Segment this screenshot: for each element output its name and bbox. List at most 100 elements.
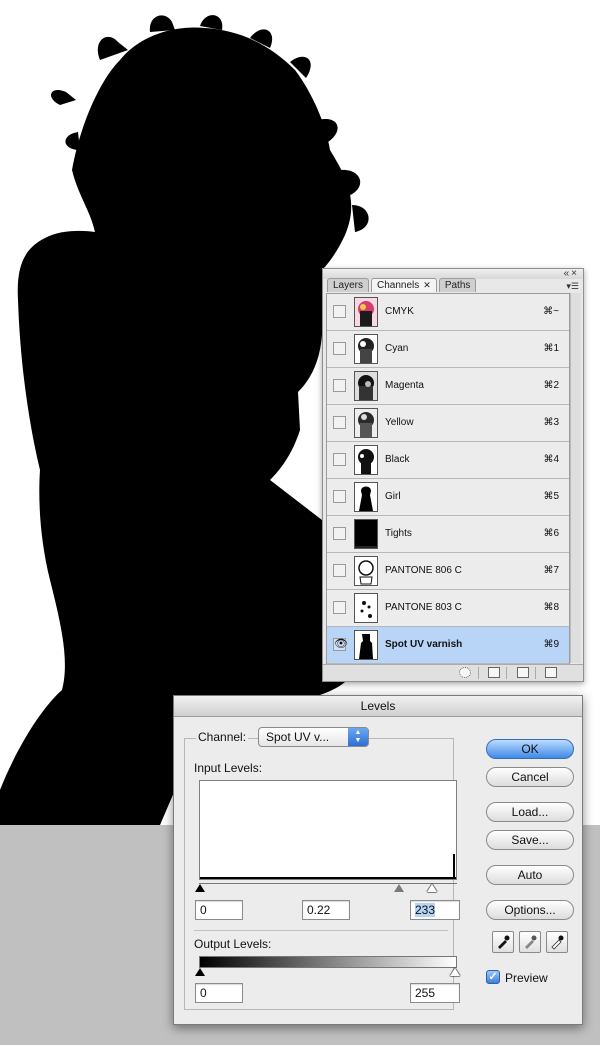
channel-select[interactable]: Spot UV v... ▲ ▼ (258, 727, 369, 747)
white-eyedropper-icon[interactable] (546, 931, 568, 953)
channel-name: Girl (385, 491, 401, 502)
visibility-toggle[interactable]: 👁 (333, 638, 348, 651)
channel-name: Black (385, 454, 410, 465)
channel-name: CMYK (385, 306, 414, 317)
save-selection-icon[interactable] (488, 667, 500, 678)
levels-dialog: Levels Channel: Spot UV v... ▲ ▼ Input Le… (173, 695, 583, 1025)
input-gamma-field[interactable]: 0.22 (302, 900, 350, 920)
options-button[interactable]: Options... (486, 900, 574, 920)
visibility-toggle[interactable] (333, 527, 346, 540)
channel-row-magenta[interactable]: Magenta ⌘2 (327, 368, 569, 405)
tab-channels[interactable]: Channels ✕ (371, 278, 437, 292)
channel-shortcut: ⌘3 (543, 417, 559, 428)
visibility-toggle[interactable] (333, 305, 346, 318)
channel-thumbnail (354, 593, 378, 623)
output-white-handle[interactable] (450, 968, 460, 976)
channel-thumbnail (354, 556, 378, 586)
load-selection-icon[interactable] (459, 667, 471, 678)
panel-menu-icon[interactable]: ▾☰ (566, 281, 579, 292)
gray-eyedropper-icon[interactable] (519, 931, 541, 953)
tab-paths[interactable]: Paths (438, 278, 477, 292)
input-black-handle[interactable] (195, 884, 205, 892)
channel-thumbnail (354, 334, 378, 364)
channel-row-spot-uv-varnish[interactable]: 👁 Spot UV varnish ⌘9 (327, 627, 569, 664)
new-channel-icon[interactable] (517, 667, 529, 678)
cancel-button[interactable]: Cancel (486, 767, 574, 787)
select-arrows-icon: ▲ ▼ (348, 728, 368, 746)
channel-shortcut: ⌘2 (543, 380, 559, 391)
channel-shortcut: ⌘7 (543, 565, 559, 576)
channel-label: Channel: (196, 730, 249, 744)
channel-shortcut: ⌘1 (543, 343, 559, 354)
channel-thumbnail (354, 297, 378, 327)
channel-thumbnail (354, 630, 378, 660)
channel-shortcut: ⌘8 (543, 602, 559, 613)
channel-name: Spot UV varnish (385, 639, 463, 650)
channel-row-pantone-806c[interactable]: PANTONE 806 C ⌘7 (327, 553, 569, 590)
panel-footer (323, 664, 583, 681)
dialog-titlebar[interactable]: Levels (174, 696, 582, 717)
tab-close-icon[interactable]: ✕ (423, 280, 431, 290)
histogram-baseline (200, 877, 456, 879)
input-black-field[interactable]: 0 (195, 900, 243, 920)
visibility-toggle[interactable] (333, 379, 346, 392)
black-eyedropper-icon[interactable] (492, 931, 514, 953)
channel-thumbnail (354, 519, 378, 549)
input-gamma-handle[interactable] (394, 884, 404, 892)
channel-name: PANTONE 806 C (385, 565, 462, 576)
visibility-toggle[interactable] (333, 490, 346, 503)
footer-divider (535, 667, 536, 679)
channel-row-cmyk[interactable]: CMYK ⌘~ (327, 294, 569, 331)
channel-name: PANTONE 803 C (385, 602, 462, 613)
channels-panel: «× Layers Channels ✕ Paths ▾☰ CMYK ⌘~ Cya… (322, 268, 584, 682)
output-black-field[interactable]: 0 (195, 983, 243, 1003)
save-button[interactable]: Save... (486, 830, 574, 850)
channel-row-girl[interactable]: Girl ⌘5 (327, 479, 569, 516)
output-levels-label: Output Levels: (194, 937, 272, 951)
channel-shortcut: ⌘~ (543, 306, 559, 317)
footer-divider (478, 667, 479, 679)
output-black-handle[interactable] (195, 968, 205, 976)
channel-row-black[interactable]: Black ⌘4 (327, 442, 569, 479)
channel-row-pantone-803c[interactable]: PANTONE 803 C ⌘8 (327, 590, 569, 627)
visibility-toggle[interactable] (333, 453, 346, 466)
input-slider-track[interactable] (199, 883, 457, 884)
load-button[interactable]: Load... (486, 802, 574, 822)
close-icon[interactable]: × (571, 268, 579, 279)
channel-name: Cyan (385, 343, 409, 354)
channel-row-tights[interactable]: Tights ⌘6 (327, 516, 569, 553)
auto-button[interactable]: Auto (486, 865, 574, 885)
channel-name: Yellow (385, 417, 414, 428)
output-white-field[interactable]: 255 (410, 983, 460, 1003)
tab-layers[interactable]: Layers (327, 278, 370, 292)
preview-checkbox[interactable]: ✓ (486, 970, 500, 984)
visibility-toggle[interactable] (333, 564, 346, 577)
channel-shortcut: ⌘6 (543, 528, 559, 539)
dialog-title: Levels (360, 699, 396, 713)
channel-thumbnail (354, 371, 378, 401)
channel-name: Magenta (385, 380, 424, 391)
input-white-field[interactable]: 233 (410, 900, 460, 920)
output-gradient-bar (199, 956, 457, 968)
histogram (199, 780, 457, 880)
channel-name: Tights (385, 528, 412, 539)
ok-button[interactable]: OK (486, 739, 574, 759)
channel-shortcut: ⌘4 (543, 454, 559, 465)
channel-select-value: Spot UV v... (266, 730, 330, 744)
channel-row-yellow[interactable]: Yellow ⌘3 (327, 405, 569, 442)
visibility-toggle[interactable] (333, 416, 346, 429)
channel-thumbnail (354, 408, 378, 438)
footer-divider (506, 667, 507, 679)
panel-window-controls[interactable]: «× (564, 268, 579, 279)
trash-icon[interactable] (545, 667, 557, 678)
input-levels-label: Input Levels: (194, 761, 263, 775)
preview-label: Preview (505, 971, 548, 985)
visibility-toggle[interactable] (333, 601, 346, 614)
channel-row-cyan[interactable]: Cyan ⌘1 (327, 331, 569, 368)
input-white-handle[interactable] (427, 884, 437, 892)
visibility-toggle[interactable] (333, 342, 346, 355)
channel-shortcut: ⌘5 (543, 491, 559, 502)
panel-scrollbar[interactable] (570, 293, 581, 663)
histogram-spike (453, 854, 455, 879)
channel-thumbnail (354, 482, 378, 512)
